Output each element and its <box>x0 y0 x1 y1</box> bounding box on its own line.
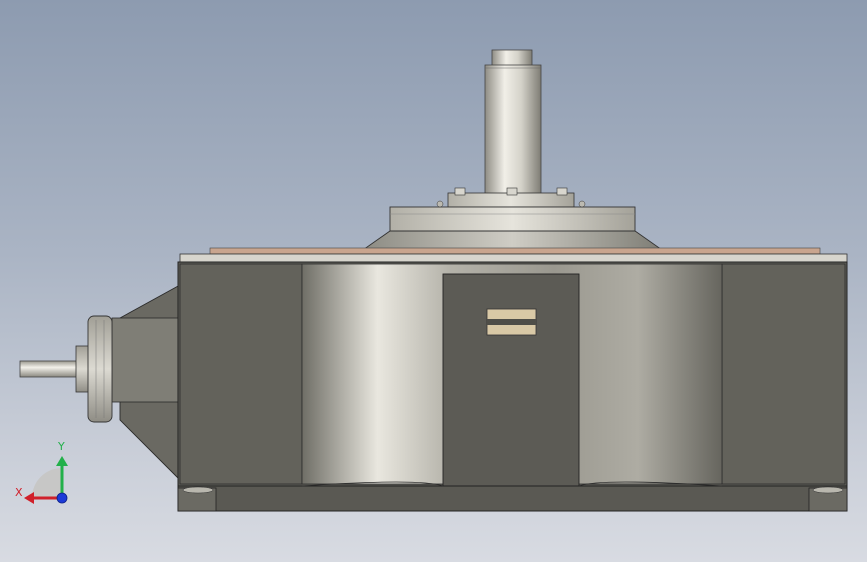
output-shaft[interactable] <box>484 49 542 201</box>
gear-reducer-model[interactable] <box>0 0 867 562</box>
triad-y-label: Y <box>58 440 65 453</box>
nameplate <box>486 308 537 336</box>
input-shaft[interactable] <box>19 360 79 378</box>
input-flange[interactable] <box>75 315 113 423</box>
cad-viewport[interactable]: Y X <box>0 0 867 562</box>
triad-z-axis <box>56 492 68 504</box>
left-foot <box>177 486 217 512</box>
base-plate <box>177 481 848 512</box>
top-plate <box>179 247 848 264</box>
coordinate-triad <box>24 456 68 504</box>
top-bearing-cap[interactable] <box>447 187 575 208</box>
main-housing[interactable] <box>177 261 848 487</box>
right-foot <box>808 486 848 512</box>
input-housing <box>111 284 181 482</box>
triad-x-label: X <box>15 486 23 499</box>
